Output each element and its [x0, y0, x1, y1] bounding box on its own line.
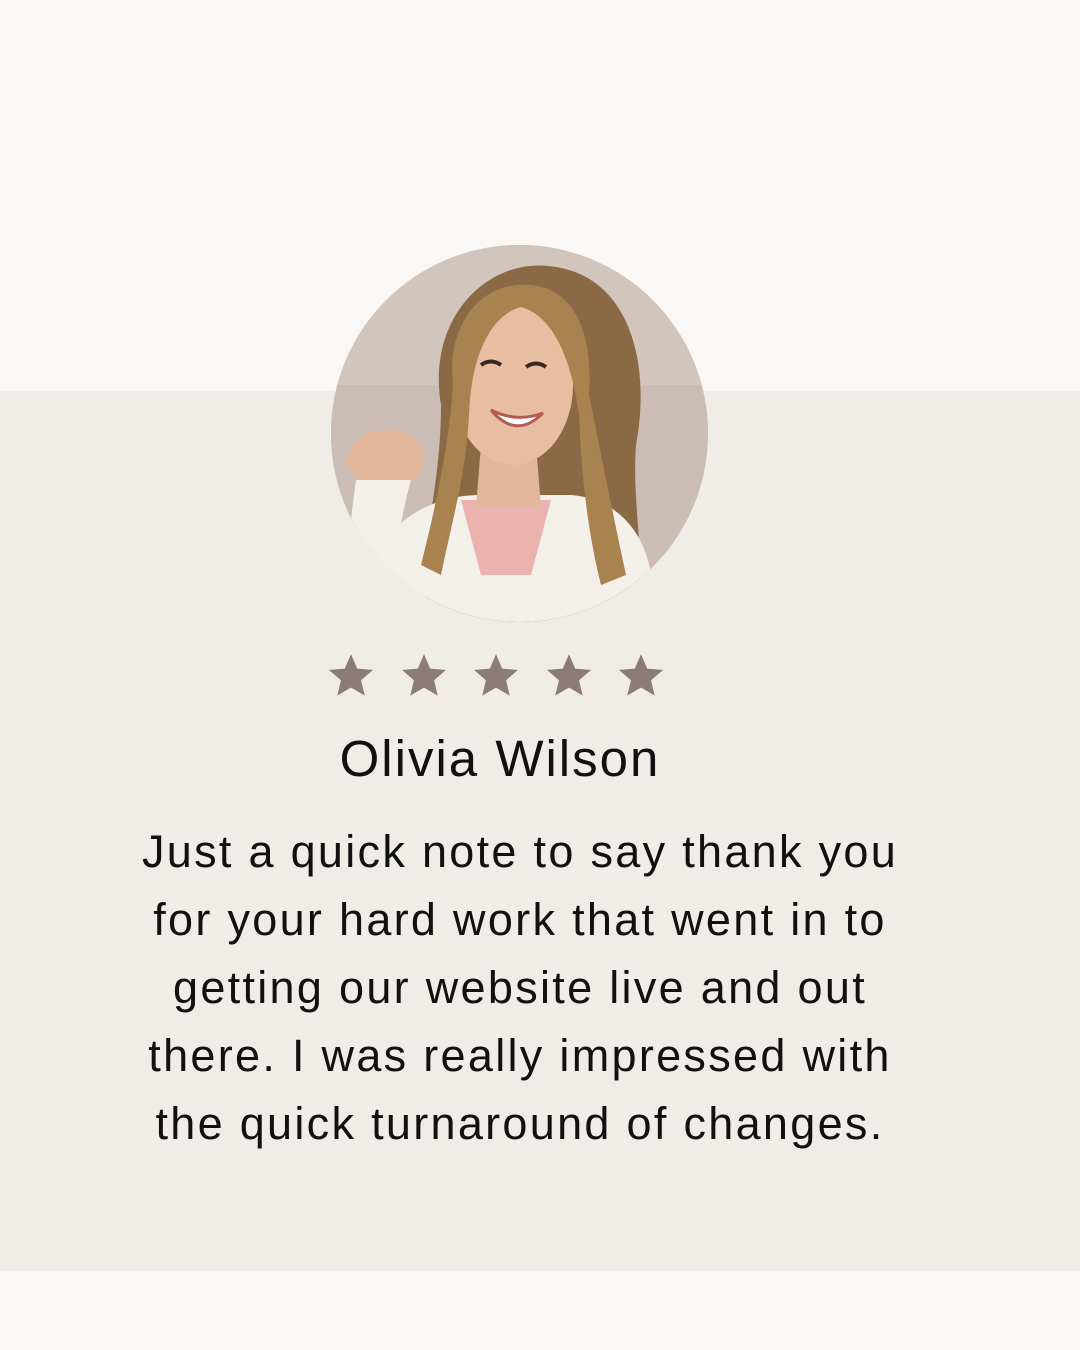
star-rating — [327, 652, 673, 700]
star-icon — [400, 652, 448, 700]
reviewer-name: Olivia Wilson — [339, 730, 661, 787]
testimonial-quote: Just a quick note to say thank you for y… — [141, 826, 899, 1149]
star-icon — [327, 652, 375, 700]
portrait-photo — [331, 245, 708, 622]
star-icon — [545, 652, 593, 700]
star-icon — [472, 652, 520, 700]
avatar — [331, 245, 708, 622]
star-icon — [617, 652, 665, 700]
